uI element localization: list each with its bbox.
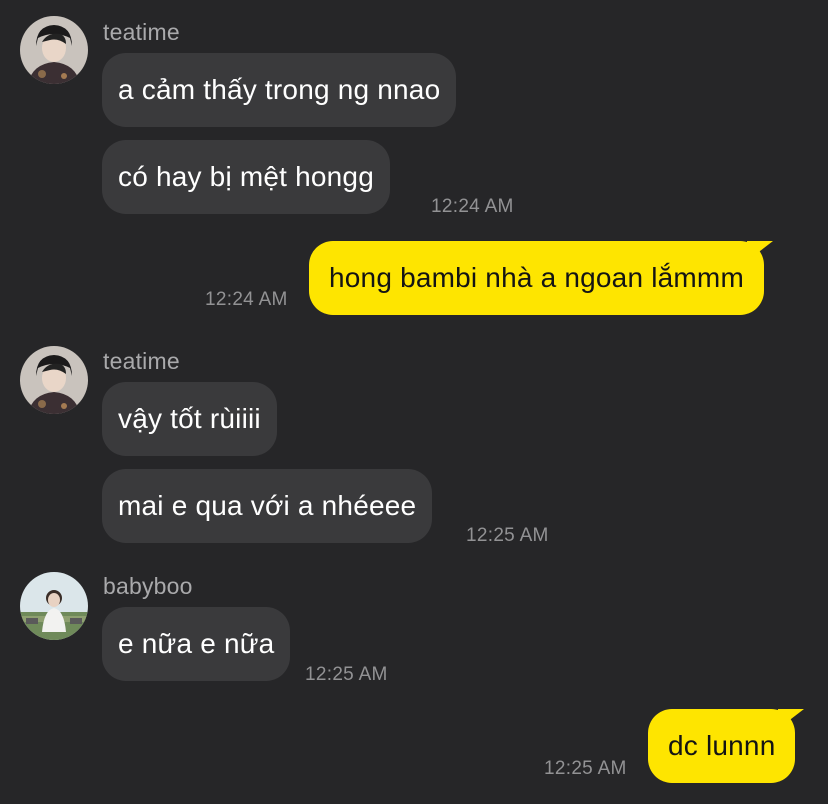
message-timestamp: 12:25 AM xyxy=(466,525,549,546)
message-bubble[interactable]: vậy tốt rùiiii xyxy=(102,382,277,456)
avatar-teatime[interactable] xyxy=(20,16,88,84)
sender-name: teatime xyxy=(103,19,180,45)
avatar-teatime[interactable] xyxy=(20,346,88,414)
message-timestamp: 12:24 AM xyxy=(431,196,514,217)
message-timestamp: 12:25 AM xyxy=(305,664,388,685)
message-timestamp: 12:25 AM xyxy=(544,758,627,779)
message-bubble[interactable]: có hay bị mệt hongg xyxy=(102,140,390,214)
sender-name: teatime xyxy=(103,348,180,374)
message-bubble[interactable]: mai e qua với a nhéeee xyxy=(102,469,433,543)
message-text: hong bambi nhà a ngoan lắmmm xyxy=(329,262,744,293)
message-bubble-outgoing[interactable]: hong bambi nhà a ngoan lắmmm xyxy=(309,241,773,315)
message-text: có hay bị mệt hongg xyxy=(118,161,374,192)
message-text: dc lunnn xyxy=(668,730,776,761)
avatar-babyboo[interactable] xyxy=(20,572,88,640)
message-bubble[interactable]: e nữa e nữa xyxy=(102,607,291,681)
bubble-tail xyxy=(778,709,805,729)
profile-photo-icon xyxy=(20,346,88,414)
message-text: e nữa e nữa xyxy=(118,628,275,659)
sender-name: babyboo xyxy=(103,573,193,599)
message-text: mai e qua với a nhéeee xyxy=(118,490,417,521)
message-text: a cảm thấy trong ng nnao xyxy=(118,74,441,105)
message-timestamp: 12:24 AM xyxy=(205,289,288,310)
message-text: vậy tốt rùiiii xyxy=(118,403,261,434)
message-bubble[interactable]: a cảm thấy trong ng nnao xyxy=(102,53,457,127)
bubble-tail xyxy=(746,241,773,261)
profile-photo-icon xyxy=(20,572,88,640)
profile-photo-icon xyxy=(20,16,88,84)
message-bubble-outgoing[interactable]: dc lunnn xyxy=(648,709,805,783)
